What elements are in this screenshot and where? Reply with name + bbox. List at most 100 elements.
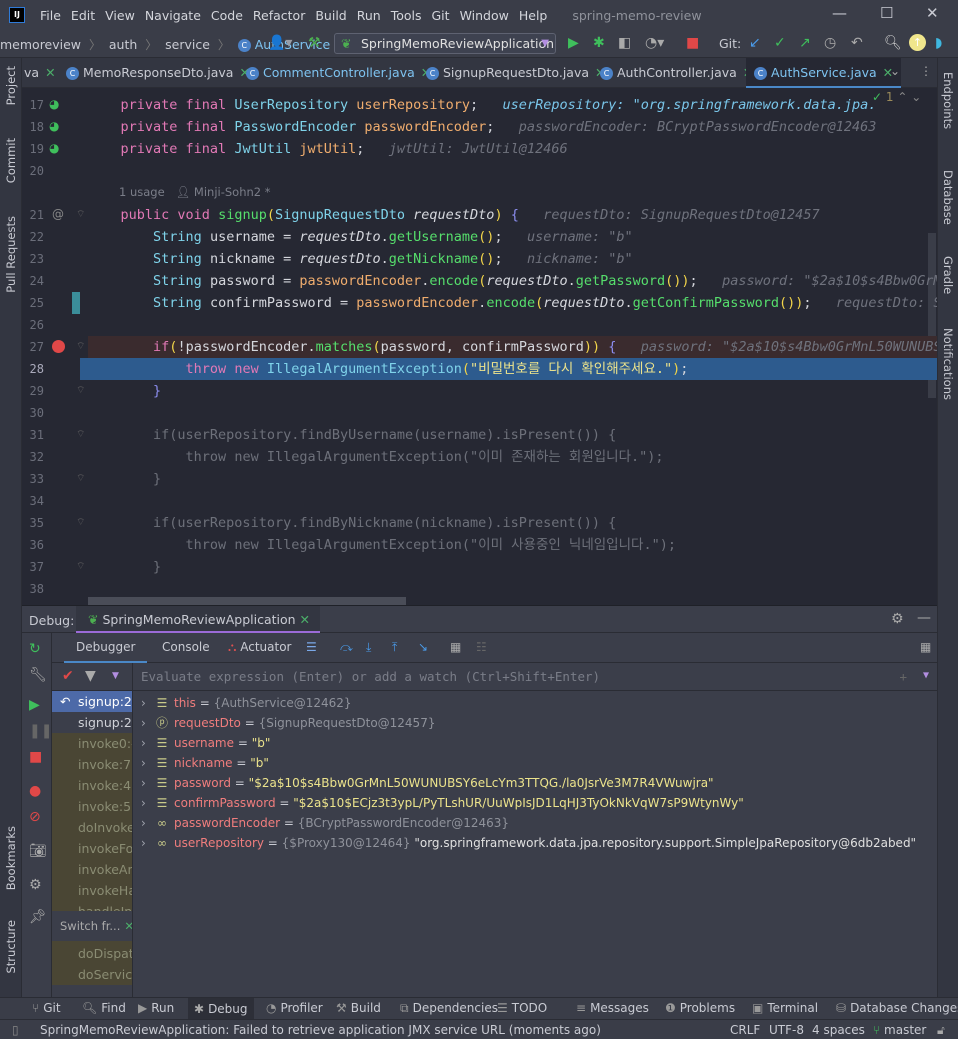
expand-chevron-icon[interactable]: › xyxy=(141,713,146,733)
fold-icon[interactable]: ⌔ xyxy=(76,472,85,485)
menu-tools[interactable]: Tools xyxy=(386,8,427,23)
tab-actuator[interactable]: ⛬ Actuator xyxy=(228,640,291,655)
tool-window-problems[interactable]: ❶ Problems xyxy=(665,1001,735,1015)
indent-setting[interactable]: 4 spaces xyxy=(812,1023,865,1037)
update-icon[interactable]: ↑ xyxy=(909,34,926,51)
tab-debugger[interactable]: Debugger xyxy=(64,633,148,663)
tool-window-terminal[interactable]: ▣ Terminal xyxy=(752,1001,818,1015)
line-number[interactable]: 25 xyxy=(28,296,44,310)
pause-icon[interactable]: ❚❚ xyxy=(29,723,52,739)
bean-injection-icon[interactable]: ◕ xyxy=(49,119,59,133)
menu-window[interactable]: Window xyxy=(455,8,514,23)
expand-chevron-icon[interactable]: › xyxy=(141,833,146,853)
project-tool-button[interactable]: Project xyxy=(4,66,18,105)
stop-icon[interactable]: ■ xyxy=(29,749,42,765)
fold-icon[interactable]: ⌔ xyxy=(76,208,85,221)
run-configuration-select[interactable]: ❦ SpringMemoReviewApplication ▼ xyxy=(334,33,556,54)
line-number[interactable]: 30 xyxy=(28,406,44,420)
run-to-cursor-icon[interactable]: ↘ xyxy=(418,640,428,654)
code-line[interactable]: throw new IllegalArgumentException("이미 존… xyxy=(88,446,937,468)
profile-icon[interactable]: ◔▾ xyxy=(645,35,664,51)
resume-icon[interactable]: ▶ xyxy=(29,697,40,713)
editor-gutter[interactable]: 17 ◕ 18 ◕ 19 ◕ 20 21 @ ⌔ 22 23 24 25 26 27 ⌔ 28 29 ⌔ 30 31 ⌔ 32… xyxy=(22,88,88,605)
step-over-icon[interactable]: ⤼ xyxy=(340,640,353,655)
tab-authcontroller[interactable]: CAuthController.java✕ xyxy=(600,58,753,88)
menu-git[interactable]: Git xyxy=(427,8,455,23)
step-into-icon[interactable]: ⤓ xyxy=(366,640,371,655)
breadcrumb-item[interactable]: auth xyxy=(109,37,141,52)
line-number[interactable]: 19 xyxy=(28,142,44,156)
tool-window-run[interactable]: ▶ Run xyxy=(138,1001,174,1015)
commit-tool-button[interactable]: Commit xyxy=(4,138,18,183)
layout-icon[interactable]: ▦ xyxy=(920,640,931,654)
chevron-down-icon[interactable]: ▼ xyxy=(112,671,119,681)
pull-requests-tool-button[interactable]: Pull Requests xyxy=(4,216,18,293)
tool-window-find[interactable]: 🔍︎ Find xyxy=(82,1001,126,1015)
breadcrumb-item[interactable]: memoreview xyxy=(0,37,85,52)
tool-window-database-changes[interactable]: ⛁ Database Changes xyxy=(836,1001,958,1015)
code-line[interactable]: String username = requestDto.getUsername… xyxy=(88,226,937,248)
line-number[interactable]: 36 xyxy=(28,538,44,552)
close-icon[interactable]: ✕ xyxy=(926,4,939,22)
history-icon[interactable]: ◷ xyxy=(824,35,836,51)
menu-file[interactable]: File xyxy=(35,8,66,23)
tool-window-git[interactable]: ⑂ Git xyxy=(32,1001,61,1015)
fold-icon[interactable]: ⌔ xyxy=(76,516,85,529)
code-line[interactable]: throw new IllegalArgumentException("이미 사… xyxy=(88,534,937,556)
code-line[interactable]: private final JwtUtil jwtUtil; jwtUtil: … xyxy=(88,138,937,160)
pin-icon[interactable]: 📌︎ xyxy=(29,909,47,925)
close-tab-icon[interactable]: ✕ xyxy=(300,612,310,627)
tab-commentcontroller[interactable]: CCommentController.java✕ xyxy=(246,58,431,88)
settings-icon[interactable]: ⚙ xyxy=(29,877,42,893)
stack-frame[interactable]: invoke0:-1 xyxy=(52,733,132,754)
line-number[interactable]: 23 xyxy=(28,252,44,266)
rerun-icon[interactable]: ↻ xyxy=(29,641,41,657)
code-line[interactable] xyxy=(88,314,937,336)
code-line[interactable]: throw new IllegalArgumentException("비밀번호… xyxy=(88,358,937,380)
code-line[interactable]: public void signup(SignupRequestDto requ… xyxy=(88,204,937,226)
intellij-logo-icon[interactable]: IJ xyxy=(9,7,25,23)
usage-hint[interactable]: 1 usage 👤︎ Minji-Sohn2 * xyxy=(119,185,271,199)
run-icon[interactable]: ▶ xyxy=(568,35,579,51)
code-line[interactable] xyxy=(88,490,937,512)
expand-chevron-icon[interactable]: › xyxy=(141,813,146,833)
stack-frame[interactable]: invokeFor xyxy=(52,838,132,859)
coverage-icon[interactable]: ◧ xyxy=(618,35,631,51)
git-branch[interactable]: ⑂ master xyxy=(873,1023,926,1037)
chevron-down-icon[interactable]: ▼ xyxy=(923,670,929,681)
expand-chevron-icon[interactable]: › xyxy=(141,753,146,773)
menu-navigate[interactable]: Navigate xyxy=(140,8,206,23)
menu-help[interactable]: Help xyxy=(514,8,553,23)
evaluate-expression-input[interactable]: Evaluate expression (Enter) or add a wat… xyxy=(133,663,937,691)
line-number[interactable]: 21 xyxy=(28,208,44,222)
stop-icon[interactable]: ■ xyxy=(686,35,699,51)
tool-window-profiler[interactable]: ◔ Profiler xyxy=(266,1001,323,1015)
chevron-down-icon[interactable]: ⌄ xyxy=(890,64,900,78)
stack-frame[interactable]: invokeHan xyxy=(52,880,132,901)
endpoints-tool-button[interactable]: Endpoints xyxy=(941,72,955,129)
tab-console[interactable]: Console xyxy=(162,640,210,654)
view-breakpoints-icon[interactable]: ● xyxy=(29,783,41,799)
fold-icon[interactable]: ⌔ xyxy=(76,340,85,353)
more-icon[interactable]: ⋮ xyxy=(920,64,932,78)
line-number[interactable]: 17 xyxy=(28,98,44,112)
line-number[interactable]: 26 xyxy=(28,318,44,332)
stack-frame[interactable]: invoke:77, xyxy=(52,754,132,775)
tab-memoresponsedto[interactable]: C MemoResponseDto.java ✕ xyxy=(66,58,250,88)
line-number[interactable]: 37 xyxy=(28,560,44,574)
tool-window-build[interactable]: ⚒ Build xyxy=(336,1001,381,1015)
git-push-icon[interactable]: ↗ xyxy=(799,35,811,51)
usages-count[interactable]: 1 usage xyxy=(119,185,165,199)
fold-icon[interactable]: ⌔ xyxy=(76,560,85,573)
tool-window-todo[interactable]: ☰ TODO xyxy=(497,1001,547,1015)
menu-edit[interactable]: Edit xyxy=(66,8,100,23)
check-icon[interactable]: ✔ xyxy=(62,668,74,684)
add-watch-icon[interactable]: + xyxy=(899,669,907,684)
tool-window-debug[interactable]: ✱ Debug xyxy=(188,998,254,1020)
line-separator[interactable]: CRLF xyxy=(730,1023,760,1037)
menu-run[interactable]: Run xyxy=(352,8,386,23)
maximize-icon[interactable]: ☐ xyxy=(880,4,893,22)
stack-frame[interactable]: doDispatc xyxy=(52,943,132,964)
status-message[interactable]: SpringMemoReviewApplication: Failed to r… xyxy=(40,1023,601,1037)
code-line[interactable]: } xyxy=(88,380,937,402)
